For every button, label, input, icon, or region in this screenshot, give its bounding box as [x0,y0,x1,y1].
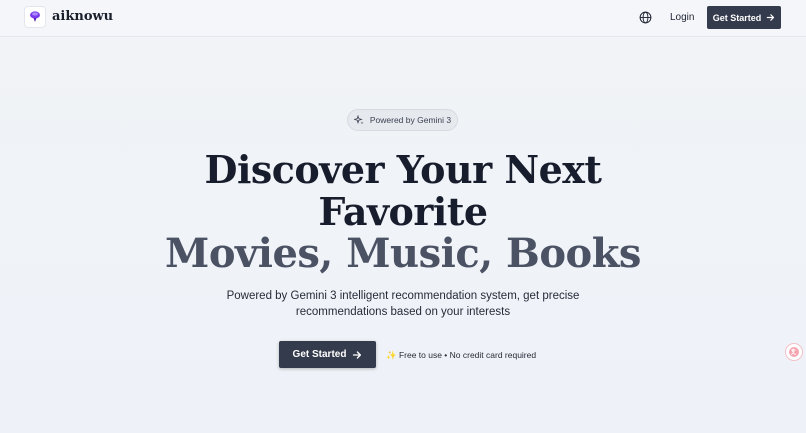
hero-subtitle-line-1: Powered by Gemini 3 intelligent recommen… [226,290,580,302]
hero-title-line-3: Movies, Music, Books [165,230,641,277]
badge-label: Powered by Gemini 3 [369,115,452,125]
translate-icon [789,347,799,357]
logo-icon [30,11,40,22]
brand-name[interactable]: aiknowu [52,9,113,24]
powered-by-badge: Powered by Gemini 3 [347,109,458,131]
login-link[interactable]: Login [670,12,694,23]
hero-subtitle-line-2: recommendations based on your interests [295,306,511,318]
arrow-right-icon [353,350,362,359]
free-note: ✨ Free to use • No credit card required [386,350,537,360]
hero-get-started-label: Get Started [292,349,347,360]
header-get-started-label: Get Started [712,12,762,23]
top-navbar: aiknowu Login Get Started [0,0,806,37]
translate-button[interactable] [785,343,803,361]
sparkle-icon [353,115,364,125]
hero-title-line-2: Favorite [318,189,488,234]
header-get-started-button[interactable]: Get Started [707,6,781,29]
hero-title-line-1: Discover Your Next [204,147,602,192]
hero-get-started-button[interactable]: Get Started [279,341,376,368]
globe-icon[interactable] [639,11,652,24]
arrow-right-icon [767,14,775,21]
logo[interactable] [24,6,46,28]
